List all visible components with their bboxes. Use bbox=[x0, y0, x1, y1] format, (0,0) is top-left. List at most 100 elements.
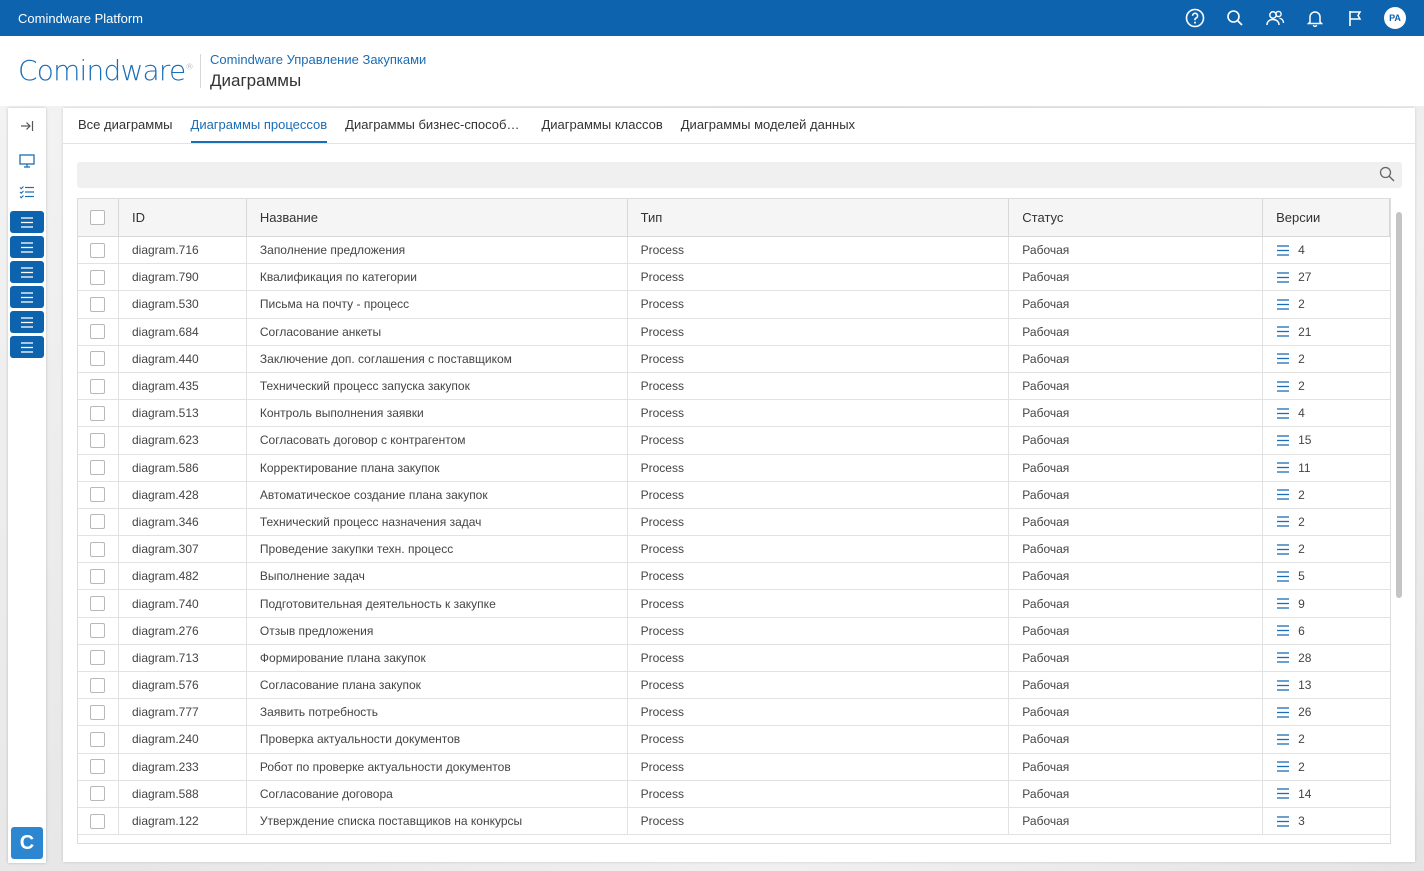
row-checkbox[interactable] bbox=[90, 242, 105, 258]
menu-list-icon[interactable] bbox=[10, 261, 44, 283]
table-row[interactable]: diagram.713 Формирование плана закупок Pro… bbox=[78, 644, 1390, 672]
versions-list-icon[interactable] bbox=[1276, 571, 1290, 582]
table-row[interactable]: diagram.588 Согласование договора Process Р… bbox=[78, 780, 1390, 808]
help-icon[interactable] bbox=[1175, 0, 1215, 36]
flag-icon[interactable] bbox=[1335, 0, 1375, 36]
cell-versions: 2 bbox=[1263, 373, 1390, 399]
column-header-versions[interactable]: Версии bbox=[1263, 199, 1390, 236]
menu-list-icon[interactable] bbox=[10, 336, 44, 358]
row-checkbox[interactable] bbox=[90, 731, 105, 747]
table-row[interactable]: diagram.513 Контроль выполнения заявки Pro… bbox=[78, 400, 1390, 428]
search-input[interactable] bbox=[77, 162, 1402, 188]
versions-list-icon[interactable] bbox=[1276, 299, 1290, 310]
row-checkbox[interactable] bbox=[90, 487, 105, 503]
row-checkbox[interactable] bbox=[90, 704, 105, 720]
expand-sidebar-icon[interactable] bbox=[8, 114, 46, 138]
table-row[interactable]: diagram.122 Утверждение списка поставщико… bbox=[78, 807, 1390, 836]
table-row[interactable]: diagram.684 Согласование анкеты Process Раб… bbox=[78, 318, 1390, 346]
tab-process-diagrams[interactable]: Диаграммы процессов bbox=[190, 108, 328, 143]
row-checkbox[interactable] bbox=[90, 541, 105, 557]
row-checkbox[interactable] bbox=[90, 324, 105, 340]
versions-list-icon[interactable] bbox=[1276, 489, 1290, 500]
row-checkbox[interactable] bbox=[90, 596, 105, 612]
table-row[interactable]: diagram.716 Заполнение предложения Process… bbox=[78, 237, 1390, 265]
row-checkbox[interactable] bbox=[90, 677, 105, 693]
versions-list-icon[interactable] bbox=[1276, 272, 1290, 283]
row-checkbox[interactable] bbox=[90, 514, 105, 530]
versions-list-icon[interactable] bbox=[1276, 435, 1290, 446]
versions-list-icon[interactable] bbox=[1276, 326, 1290, 337]
row-checkbox[interactable] bbox=[90, 378, 105, 394]
select-all-checkbox[interactable] bbox=[90, 210, 105, 225]
table-row[interactable]: diagram.482 Выполнение задач Process Рабоча… bbox=[78, 563, 1390, 591]
table-row[interactable]: diagram.233 Робот по проверке актуальност… bbox=[78, 753, 1390, 781]
row-checkbox[interactable] bbox=[90, 568, 105, 584]
table-row[interactable]: diagram.428 Автоматическое создание плана… bbox=[78, 481, 1390, 509]
bell-icon[interactable] bbox=[1295, 0, 1335, 36]
tab-class-diagrams[interactable]: Диаграммы классов bbox=[541, 108, 662, 143]
app-name-link[interactable]: Comindware Управление Закупками bbox=[210, 52, 426, 67]
user-avatar[interactable]: PA bbox=[1384, 7, 1406, 29]
row-checkbox[interactable] bbox=[90, 432, 105, 448]
table-row[interactable]: diagram.435 Технический процесс запуска з… bbox=[78, 372, 1390, 401]
table-row[interactable]: diagram.276 Отзыв предложения Process Рабоч… bbox=[78, 617, 1390, 645]
table-row[interactable]: diagram.623 Согласовать договор с контраг… bbox=[78, 427, 1390, 455]
menu-list-icon[interactable] bbox=[10, 286, 44, 308]
row-checkbox[interactable] bbox=[90, 650, 105, 666]
column-header-name[interactable]: Название bbox=[247, 199, 628, 236]
cell-status: Рабочая bbox=[1009, 291, 1264, 318]
table-row[interactable]: diagram.790 Квалификация по категории Proc… bbox=[78, 264, 1390, 292]
versions-list-icon[interactable] bbox=[1276, 353, 1290, 364]
versions-list-icon[interactable] bbox=[1276, 544, 1290, 555]
table-row[interactable]: diagram.240 Проверка актуальности докумен… bbox=[78, 726, 1390, 754]
row-checkbox[interactable] bbox=[90, 269, 105, 285]
desktop-icon[interactable] bbox=[8, 149, 46, 173]
row-checkbox[interactable] bbox=[90, 405, 105, 421]
versions-list-icon[interactable] bbox=[1276, 652, 1290, 664]
checklist-icon[interactable] bbox=[8, 180, 46, 204]
menu-list-icon[interactable] bbox=[10, 311, 44, 333]
header-divider bbox=[200, 54, 201, 88]
search-icon[interactable] bbox=[1379, 166, 1395, 187]
versions-list-icon[interactable] bbox=[1276, 244, 1290, 256]
table-row[interactable]: diagram.307 Проведение закупки техн. проц… bbox=[78, 536, 1390, 564]
table-row[interactable]: diagram.777 Заявить потребность Process Раб… bbox=[78, 699, 1390, 727]
row-checkbox[interactable] bbox=[90, 623, 105, 639]
menu-list-icon[interactable] bbox=[10, 211, 44, 233]
table-row[interactable]: diagram.440 Заключение доп. соглашения с … bbox=[78, 345, 1390, 373]
versions-list-icon[interactable] bbox=[1276, 598, 1290, 609]
versions-list-icon[interactable] bbox=[1276, 761, 1290, 772]
versions-list-icon[interactable] bbox=[1276, 815, 1290, 827]
table-row[interactable]: diagram.576 Согласование плана закупок Pro… bbox=[78, 672, 1390, 700]
tab-business-capability-diagrams[interactable]: Диаграммы бизнес-способ… bbox=[345, 108, 519, 143]
column-header-type[interactable]: Тип bbox=[628, 199, 1010, 236]
users-icon[interactable] bbox=[1255, 0, 1295, 36]
versions-list-icon[interactable] bbox=[1276, 788, 1290, 799]
tab-all-diagrams[interactable]: Все диаграммы bbox=[78, 108, 173, 143]
versions-list-icon[interactable] bbox=[1276, 408, 1290, 419]
table-row[interactable]: diagram.530 Письма на почту - процесс Proc… bbox=[78, 291, 1390, 319]
row-checkbox[interactable] bbox=[90, 296, 105, 312]
menu-list-icon[interactable] bbox=[10, 236, 44, 258]
tab-data-model-diagrams[interactable]: Диаграммы моделей данных bbox=[681, 108, 855, 143]
search-icon[interactable] bbox=[1215, 0, 1255, 36]
versions-list-icon[interactable] bbox=[1276, 625, 1290, 636]
versions-list-icon[interactable] bbox=[1276, 462, 1290, 473]
comindware-logo-button[interactable]: C bbox=[11, 827, 43, 859]
versions-list-icon[interactable] bbox=[1276, 679, 1290, 691]
column-header-id[interactable]: ID bbox=[119, 199, 247, 236]
row-checkbox[interactable] bbox=[90, 813, 105, 829]
column-header-status[interactable]: Статус bbox=[1009, 199, 1264, 236]
row-checkbox[interactable] bbox=[90, 460, 105, 476]
versions-list-icon[interactable] bbox=[1276, 734, 1290, 745]
versions-list-icon[interactable] bbox=[1276, 380, 1290, 392]
versions-list-icon[interactable] bbox=[1276, 707, 1290, 718]
table-scrollbar[interactable] bbox=[1396, 212, 1402, 598]
row-checkbox[interactable] bbox=[90, 759, 105, 775]
table-row[interactable]: diagram.346 Технический процесс назначени… bbox=[78, 508, 1390, 537]
table-row[interactable]: diagram.740 Подготовительная деятельность… bbox=[78, 590, 1390, 618]
versions-list-icon[interactable] bbox=[1276, 516, 1290, 528]
row-checkbox[interactable] bbox=[90, 786, 105, 802]
table-row[interactable]: diagram.586 Корректирование плана закупок… bbox=[78, 454, 1390, 482]
row-checkbox[interactable] bbox=[90, 351, 105, 367]
